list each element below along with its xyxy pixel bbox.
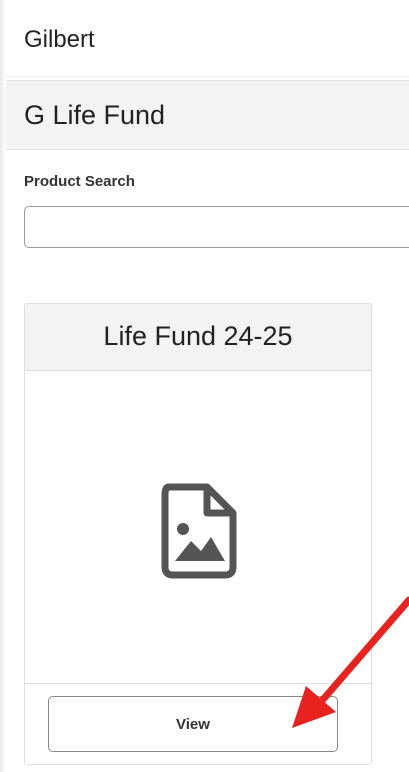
product-search-label: Product Search (24, 173, 135, 190)
product-card-image (25, 371, 371, 684)
section-title: G Life Fund (24, 100, 166, 130)
app-title: Gilbert (24, 26, 95, 53)
product-card: Life Fund 24-25 View (24, 303, 372, 765)
section-header: G Life Fund (6, 80, 409, 150)
product-search-input[interactable] (24, 206, 409, 248)
product-card-header: Life Fund 24-25 (25, 304, 371, 371)
image-file-icon (161, 483, 237, 579)
product-card-title: Life Fund 24-25 (103, 321, 293, 351)
view-button[interactable]: View (48, 696, 338, 752)
top-bar: Gilbert (6, 0, 409, 77)
